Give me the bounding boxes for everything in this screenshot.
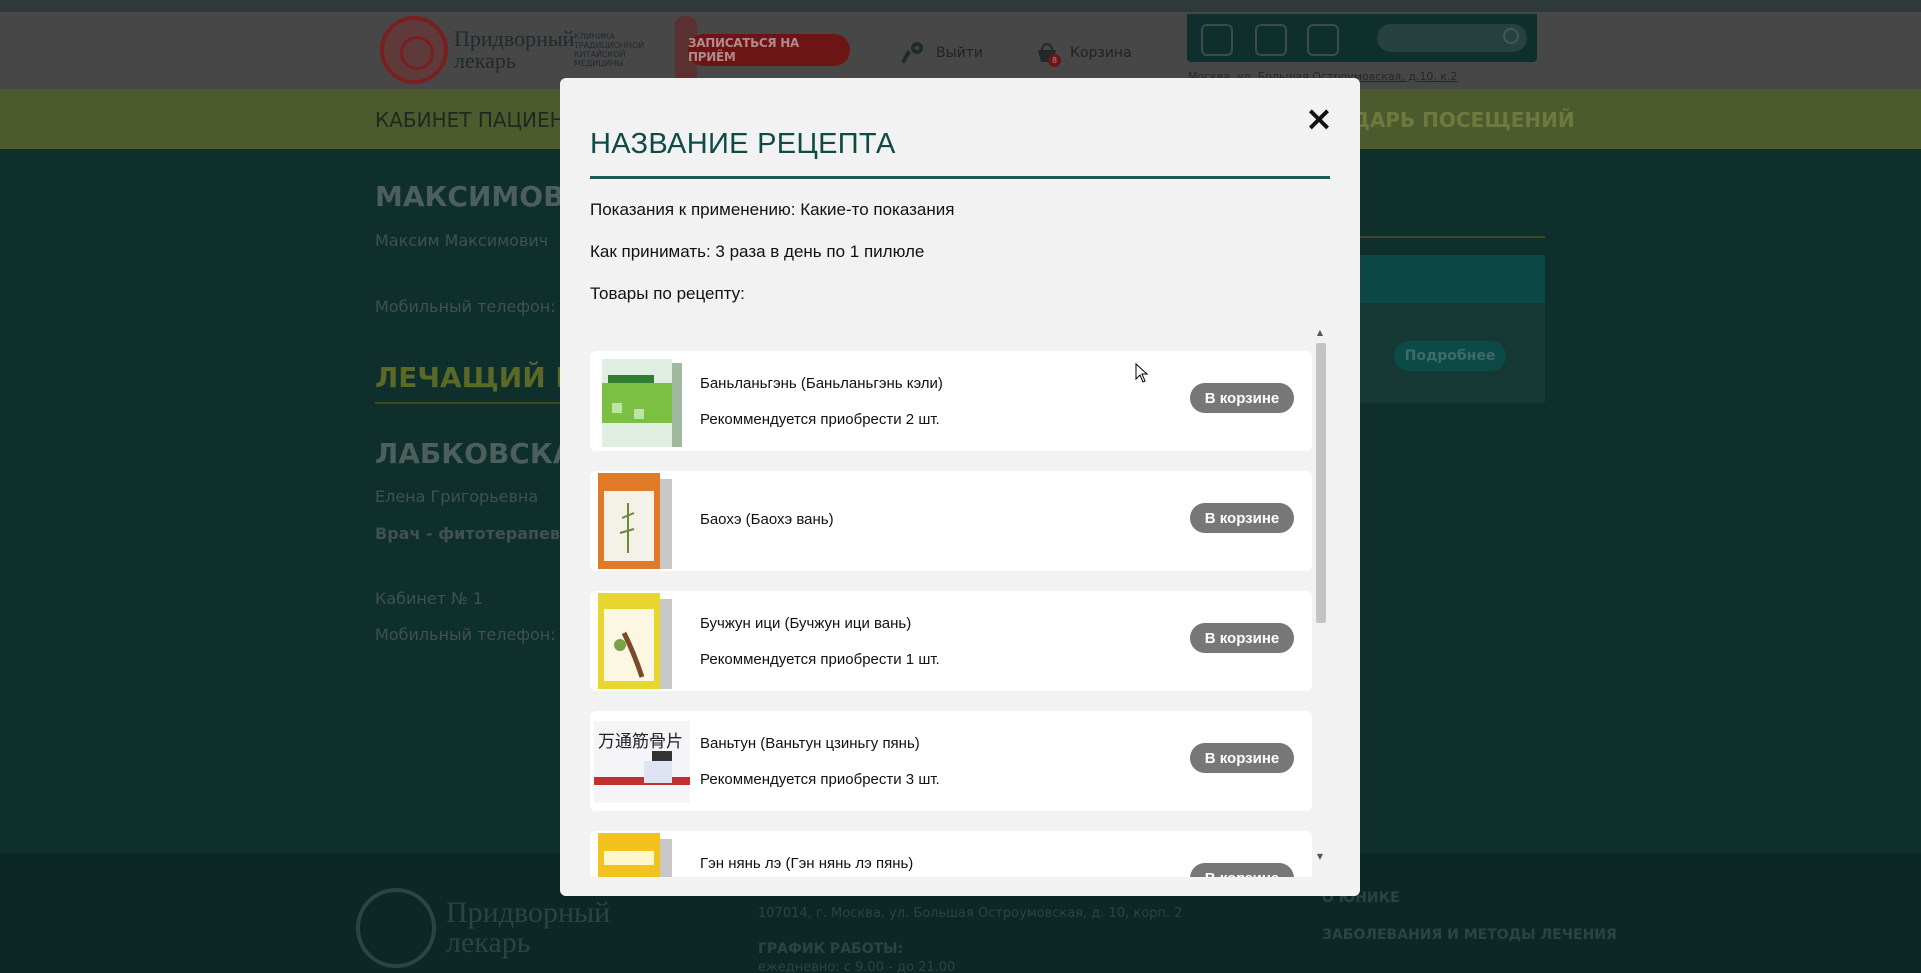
scrollbar-thumb[interactable]	[1316, 343, 1326, 623]
signup-button[interactable]: ЗАПИСАТЬСЯ НА ПРИЁМ	[688, 34, 850, 66]
cart-label: Корзина	[1070, 45, 1132, 61]
product-recommendation: Рекоммендуется приобрести 1 шт.	[700, 651, 940, 668]
cabinet-number: Кабинет № 1	[375, 589, 484, 608]
list-item: Гэн нянь лэ (Гэн нянь лэ пянь) В корзине	[590, 831, 1312, 877]
top-strip	[0, 0, 1921, 12]
side-panel-header	[1355, 255, 1545, 303]
logout-label: Выйти	[936, 45, 984, 61]
doctor-name: Елена Григорьевна	[375, 487, 539, 506]
search-icon[interactable]	[1503, 28, 1519, 44]
cart-icon: 8	[1034, 40, 1061, 67]
product-name[interactable]: Баньланьгэнь (Баньланьгэнь кэли)	[700, 375, 943, 392]
product-image	[598, 473, 672, 569]
patient-phone: Мобильный телефон: +	[375, 297, 575, 316]
mouse-pointer-icon	[1135, 363, 1149, 383]
logout-link[interactable]: Выйти	[902, 40, 983, 66]
list-item: 万通筋骨片 Ваньтун (Ваньтун цзиньгу пянь) Рек…	[590, 711, 1312, 811]
product-name[interactable]: Гэн нянь лэ (Гэн нянь лэ пянь)	[700, 855, 913, 872]
search-input[interactable]	[1377, 24, 1527, 52]
more-button[interactable]: Подробнее	[1394, 341, 1506, 371]
footer-logo-title: Придворный лекарь	[446, 896, 611, 959]
title-divider	[590, 176, 1330, 179]
how-to-take-text: Как принимать: 3 раза в день по 1 пилюле	[590, 242, 925, 261]
products-heading: Товары по рецепту:	[590, 284, 745, 303]
product-name[interactable]: Бучжун ици (Бучжун ици вань)	[700, 615, 911, 632]
modal-title: НАЗВАНИЕ РЕЦЕПТА	[590, 128, 896, 160]
nav-item-calendar[interactable]: ДАРЬ ПОСЕЩЕНИЙ	[1352, 108, 1575, 132]
product-image	[598, 593, 672, 689]
list-item: Баньланьгэнь (Баньланьгэнь кэли) Рекомме…	[590, 351, 1312, 451]
svg-text:万通筋骨片: 万通筋骨片	[598, 732, 683, 752]
product-name[interactable]: Ваньтун (Ваньтун цзиньгу пянь)	[700, 735, 920, 752]
indications-text: Показания к применению: Какие-то показан…	[590, 200, 955, 219]
footer-schedule-text: ежедневно: с 9.00 - до 21.00	[758, 960, 956, 973]
footer-address: 107014, г. Москва, ул. Большая Остроумов…	[758, 906, 1183, 921]
list-item: Бучжун ици (Бучжун ици вань) Рекоммендуе…	[590, 591, 1312, 691]
in-cart-button[interactable]: В корзине	[1190, 503, 1294, 533]
nav-item-cabinet[interactable]: КАБИНЕТ ПАЦИЕНТ	[375, 108, 577, 132]
product-name[interactable]: Баохэ (Баохэ вань)	[700, 511, 834, 528]
product-image	[598, 833, 672, 877]
doctor-role: Врач - фитотерапевт	[375, 524, 570, 543]
doctor-heading-underline	[375, 402, 560, 404]
patient-surname: МАКСИМОВ	[375, 180, 565, 213]
cart-count-badge: 8	[1048, 54, 1061, 67]
in-cart-button[interactable]: В корзине	[1190, 863, 1294, 877]
product-image: 万通筋骨片	[594, 721, 690, 803]
doctor-phone: Мобильный телефон: +	[375, 625, 575, 644]
key-icon	[902, 42, 923, 64]
footer-logo-seal-icon	[356, 888, 436, 968]
in-cart-button[interactable]: В корзине	[1190, 383, 1294, 413]
logo-subtitle: КЛИНИКА ТРАДИЦИОННОЙ КИТАЙСКОЙ МЕДИЦИНЫ	[574, 32, 645, 68]
patient-name: Максим Максимович	[375, 231, 549, 250]
product-image	[602, 359, 682, 447]
cart-link[interactable]: 8 Корзина	[1034, 40, 1132, 67]
scroll-up-icon[interactable]: ▲	[1314, 328, 1326, 338]
product-recommendation: Рекоммендуется приобрести 3 шт.	[700, 771, 940, 788]
close-icon[interactable]: ×	[1304, 102, 1334, 136]
in-cart-button[interactable]: В корзине	[1190, 623, 1294, 653]
list-item: Баохэ (Баохэ вань) В корзине	[590, 471, 1312, 571]
product-recommendation: Рекоммендуется приобрести 2 шт.	[700, 411, 940, 428]
scroll-down-icon[interactable]: ▼	[1314, 852, 1326, 862]
footer-link-diseases[interactable]: ЗАБОЛЕВАНИЯ И МЕТОДЫ ЛЕЧЕНИЯ	[1322, 927, 1617, 943]
logo-title: Придворный лекарь	[454, 26, 575, 73]
logo-seal-icon	[380, 16, 448, 84]
in-cart-button[interactable]: В корзине	[1190, 743, 1294, 773]
site-logo[interactable]: Придворный лекарь КЛИНИКА ТРАДИЦИОННОЙ К…	[380, 16, 644, 84]
footer-schedule-title: ГРАФИК РАБОТЫ:	[758, 941, 904, 957]
products-list[interactable]: Баньланьгэнь (Баньланьгэнь кэли) Рекомме…	[590, 343, 1312, 877]
vk-icon[interactable]	[1255, 24, 1287, 56]
section-underline	[1355, 236, 1545, 238]
facebook-icon[interactable]	[1307, 24, 1339, 56]
instagram-icon[interactable]	[1201, 24, 1233, 56]
recipe-modal: × НАЗВАНИЕ РЕЦЕПТА Показания к применени…	[560, 78, 1360, 896]
social-bar	[1187, 14, 1537, 62]
